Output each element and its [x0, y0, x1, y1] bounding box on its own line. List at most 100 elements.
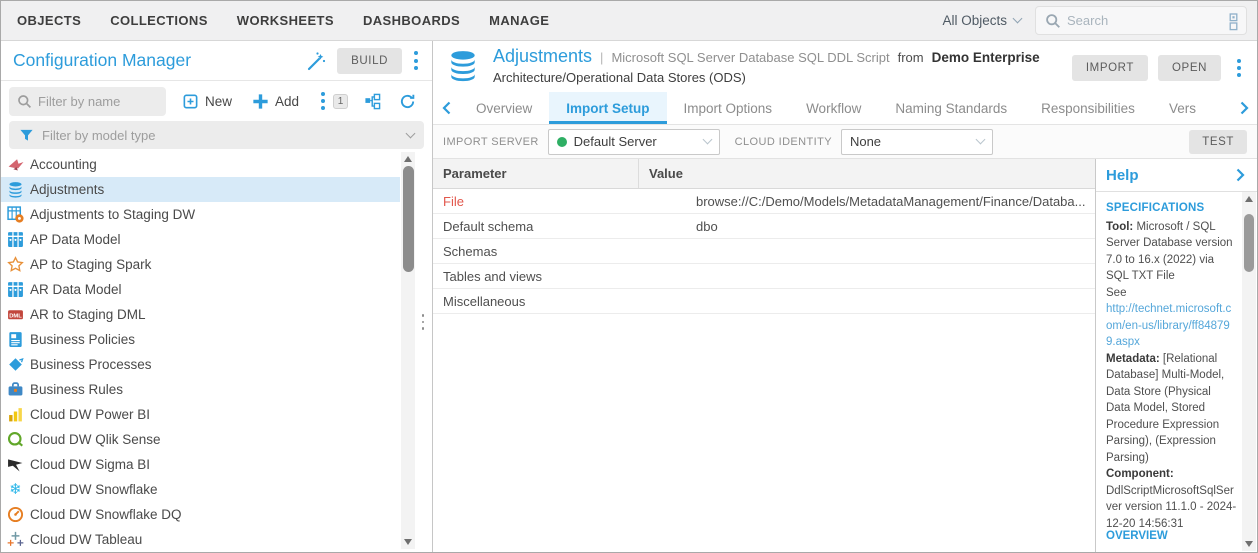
list-item[interactable]: DML AR to Staging DML: [1, 302, 400, 327]
object-path: Architecture/Operational Data Stores (OD…: [493, 70, 1072, 85]
component-label: Component:: [1106, 468, 1174, 480]
list-options-button[interactable]: 1: [319, 88, 348, 114]
list-item[interactable]: AP Data Model: [1, 227, 400, 252]
list-item[interactable]: Adjustments to Staging DW: [1, 202, 400, 227]
nav-manage[interactable]: MANAGE: [489, 13, 549, 28]
add-label: Add: [275, 94, 299, 109]
list-item[interactable]: AP to Staging Spark: [1, 252, 400, 277]
list-item[interactable]: Cloud DW Tableau: [1, 527, 400, 552]
tab-naming-standards[interactable]: Naming Standards: [878, 92, 1024, 124]
document-icon: [7, 331, 24, 348]
list-item[interactable]: Cloud DW Snowflake DQ: [1, 502, 400, 527]
scrollbar-thumb[interactable]: [1244, 214, 1254, 272]
sidebar-scrollbar[interactable]: [401, 152, 415, 549]
import-server-select[interactable]: Default Server: [548, 129, 720, 155]
tab-import-setup[interactable]: Import Setup: [549, 92, 666, 124]
tab-workflow[interactable]: Workflow: [789, 92, 878, 124]
help-panel: Help SPECIFICATIONS Tool: Microsoft / SQ…: [1095, 159, 1257, 552]
object-type: Microsoft SQL Server Database SQL DDL Sc…: [611, 50, 889, 65]
cloud-identity-select[interactable]: None: [841, 129, 993, 155]
configuration-manager-panel: Configuration Manager BUILD New Add: [1, 41, 433, 552]
test-button[interactable]: TEST: [1189, 130, 1247, 154]
list-item[interactable]: Cloud DW Power BI: [1, 402, 400, 427]
diamond-icon: [7, 356, 24, 373]
tab-import-options[interactable]: Import Options: [667, 92, 790, 124]
tab-versions-truncated[interactable]: Vers: [1152, 92, 1213, 124]
list-item[interactable]: Business Rules: [1, 377, 400, 402]
database-icon: [7, 181, 24, 198]
chevron-down-icon: [1013, 14, 1023, 24]
list-item[interactable]: Business Processes: [1, 352, 400, 377]
tab-overview[interactable]: Overview: [459, 92, 549, 124]
list-item[interactable]: Accounting: [1, 152, 400, 177]
nav-collections[interactable]: COLLECTIONS: [110, 13, 208, 28]
import-server-label: IMPORT SERVER: [443, 136, 539, 148]
chevron-down-icon: [702, 135, 712, 145]
help-header: Help: [1096, 159, 1257, 192]
table-row-file[interactable]: File browse://C:/Demo/Models/MetadataMan…: [433, 189, 1095, 214]
filter-by-model-type[interactable]: Filter by model type: [9, 121, 424, 151]
table-row-tables-and-views[interactable]: Tables and views: [433, 264, 1095, 289]
nav-objects[interactable]: OBJECTS: [17, 13, 81, 28]
metadata-label: Metadata:: [1106, 353, 1160, 365]
search-icon: [1045, 13, 1061, 29]
app-window: OBJECTS COLLECTIONS WORKSHEETS DASHBOARD…: [0, 0, 1258, 553]
overview-heading: OVERVIEW: [1106, 530, 1168, 542]
chevron-down-icon: [406, 128, 416, 138]
accounting-icon: [7, 156, 24, 173]
scroll-up-icon[interactable]: [1245, 196, 1253, 202]
documentation-link[interactable]: http://technet.microsoft.com/en-us/libra…: [1106, 303, 1231, 348]
scroll-down-icon[interactable]: [1245, 541, 1253, 547]
column-value: Value: [638, 159, 1095, 188]
filter-by-name-input[interactable]: [38, 94, 158, 109]
scope-selector[interactable]: All Objects: [942, 13, 1021, 28]
scrollbar-thumb[interactable]: [403, 166, 414, 272]
tab-responsibilities[interactable]: Responsibilities: [1024, 92, 1152, 124]
help-content: SPECIFICATIONS Tool: Microsoft / SQL Ser…: [1096, 192, 1257, 552]
table-row-default-schema[interactable]: Default schema dbo: [433, 214, 1095, 239]
tabs-scroll-right-icon[interactable]: [1231, 92, 1257, 124]
add-button[interactable]: Add: [252, 93, 299, 110]
scroll-up-icon[interactable]: [404, 156, 412, 162]
import-server-bar: IMPORT SERVER Default Server CLOUD IDENT…: [433, 125, 1257, 159]
open-button[interactable]: OPEN: [1158, 55, 1221, 81]
model-list: Accounting Adjustments Adjustments to St…: [1, 152, 432, 552]
powerbi-icon: [7, 406, 24, 423]
build-button[interactable]: BUILD: [337, 48, 402, 74]
collapse-panel-icon[interactable]: [1236, 168, 1245, 182]
nav-dashboards[interactable]: DASHBOARDS: [363, 13, 460, 28]
refresh-icon[interactable]: [399, 93, 416, 110]
panel-title: Configuration Manager: [13, 50, 305, 71]
table-row-schemas[interactable]: Schemas: [433, 239, 1095, 264]
object-menu-icon[interactable]: [1231, 55, 1247, 81]
nav-worksheets[interactable]: WORKSHEETS: [237, 13, 334, 28]
table-gear-icon: [7, 206, 24, 223]
list-item-selected[interactable]: Adjustments: [1, 177, 400, 202]
list-item[interactable]: ❄ Cloud DW Snowflake: [1, 477, 400, 502]
object-header: Adjustments | Microsoft SQL Server Datab…: [433, 41, 1257, 92]
global-search: [1035, 6, 1247, 35]
new-button[interactable]: New: [182, 93, 232, 110]
tabs-scroll-left-icon[interactable]: [433, 92, 459, 124]
qlik-icon: [7, 431, 24, 448]
advanced-search-icon[interactable]: [1227, 11, 1240, 31]
table-row-miscellaneous[interactable]: Miscellaneous: [433, 289, 1095, 314]
search-input[interactable]: [1067, 13, 1221, 28]
svg-text:DML: DML: [9, 313, 22, 319]
server-status-icon: [557, 137, 567, 147]
splitter-handle[interactable]: [422, 314, 425, 330]
list-item[interactable]: Cloud DW Sigma BI: [1, 452, 400, 477]
panel-menu-icon[interactable]: [408, 48, 424, 74]
sigma-icon: [7, 456, 24, 473]
list-item[interactable]: Cloud DW Qlik Sense: [1, 427, 400, 452]
import-button[interactable]: IMPORT: [1072, 55, 1148, 81]
help-scrollbar[interactable]: [1242, 192, 1256, 551]
list-item[interactable]: AR Data Model: [1, 277, 400, 302]
star-icon: [7, 256, 24, 273]
new-document-icon: [182, 93, 199, 110]
scroll-down-icon[interactable]: [404, 539, 412, 545]
list-item[interactable]: Business Policies: [1, 327, 400, 352]
sidebar-header: Configuration Manager BUILD: [1, 41, 432, 81]
magic-wand-icon[interactable]: [305, 50, 327, 72]
hierarchy-view-icon[interactable]: [364, 93, 381, 110]
